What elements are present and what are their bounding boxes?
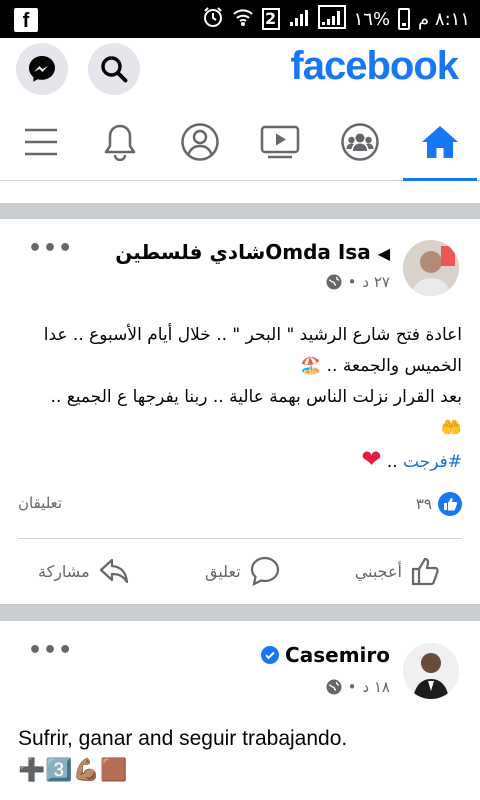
share-button[interactable]: مشاركة [38,555,130,587]
post-author[interactable]: شادي فلسطينOmda Isa ◀ [115,240,390,264]
like-button[interactable]: أعجبني [355,555,442,587]
reactions-summary[interactable]: ٣٩ [416,492,462,516]
battery-percent: ١٦% [353,8,391,30]
post-line-hashtag: #فرجت .. ❤ [361,445,462,473]
post-author[interactable]: Casemiro [261,643,390,667]
reaction-count: ٣٩ [415,495,432,513]
messenger-icon [29,56,55,82]
globe-icon [326,679,342,695]
feed-divider [0,203,480,219]
comments-count[interactable]: تعليقان [18,494,62,512]
post-meta: • ٢٧ د [326,273,390,291]
post-time[interactable]: ١٨ د [362,678,390,696]
comment-button[interactable]: تعليق [205,555,281,587]
bell-icon [104,124,136,161]
like-reaction-icon [438,492,462,516]
app-header: facebook [0,38,480,100]
comment-label: تعليق [205,561,241,581]
post-time[interactable]: ٢٧ د [362,273,390,291]
battery-icon [398,8,411,30]
heart-icon: ❤ [361,445,382,473]
post-line: اعادة فتح شارع الرشيد " البحر " .. خلال … [43,325,462,345]
globe-icon [326,274,342,290]
post-line: الخميس والجمعة .. 🏖️ [300,356,462,376]
post-body: Sufrir, ganar and seguir trabajando. [18,727,348,750]
post-emojis: ➕3️⃣💪🏽🟫 [18,758,128,783]
shared-to-name[interactable]: Omda Isa [265,240,370,264]
sim-indicator: 2 [261,8,280,30]
status-bar: f 2 ١٦% ٨:١١ م [0,0,480,38]
more-options-icon[interactable]: ••• [28,638,73,663]
post-meta: • ١٨ د [326,678,390,696]
clock: ٨:١١ م [418,8,470,30]
author-avatar[interactable] [403,240,459,296]
feed-divider [0,604,480,621]
search-button[interactable] [88,43,140,95]
post-author-name[interactable]: شادي فلسطين [115,240,265,264]
verified-badge-icon [261,646,280,664]
signal-icon-2 [317,4,346,34]
actions-separator [18,538,462,539]
triangle-icon: ◀ [377,244,390,263]
tab-menu[interactable] [6,104,76,180]
share-label: مشاركة [38,561,90,581]
tab-home[interactable] [403,104,477,181]
facebook-notification-icon: f [14,8,38,32]
menu-icon [25,128,57,156]
alarm-icon [202,6,224,33]
tab-profile[interactable] [165,104,235,180]
tab-watch[interactable] [245,104,315,180]
thumbs-up-icon [411,557,439,586]
share-icon [99,558,128,584]
messenger-button[interactable] [16,43,68,95]
home-icon [422,126,458,158]
post-body: اعادة فتح شارع الرشيد " البحر " .. خلال … [12,320,462,478]
more-options-icon[interactable]: ••• [28,236,73,261]
profile-icon [181,123,219,161]
groups-icon [341,123,379,161]
tab-groups[interactable] [325,104,395,180]
wifi-icon [232,6,254,33]
facebook-logo[interactable]: facebook [290,44,459,89]
post-author-name[interactable]: Casemiro [285,643,390,667]
post-line: 🤲 [440,418,462,438]
status-icons: 2 ١٦% ٨:١١ م [202,4,470,34]
nav-tabs [0,104,480,181]
author-avatar[interactable] [403,643,459,699]
like-label: أعجبني [354,561,402,581]
search-icon [101,56,128,83]
comment-icon [250,556,279,586]
hashtag-link[interactable]: #فرجت [403,452,462,472]
video-icon [260,125,300,159]
tab-notifications[interactable] [85,104,155,180]
signal-icon [288,6,310,33]
post-line: بعد القرار نزلت الناس بهمة عالية .. ربنا… [50,387,462,407]
